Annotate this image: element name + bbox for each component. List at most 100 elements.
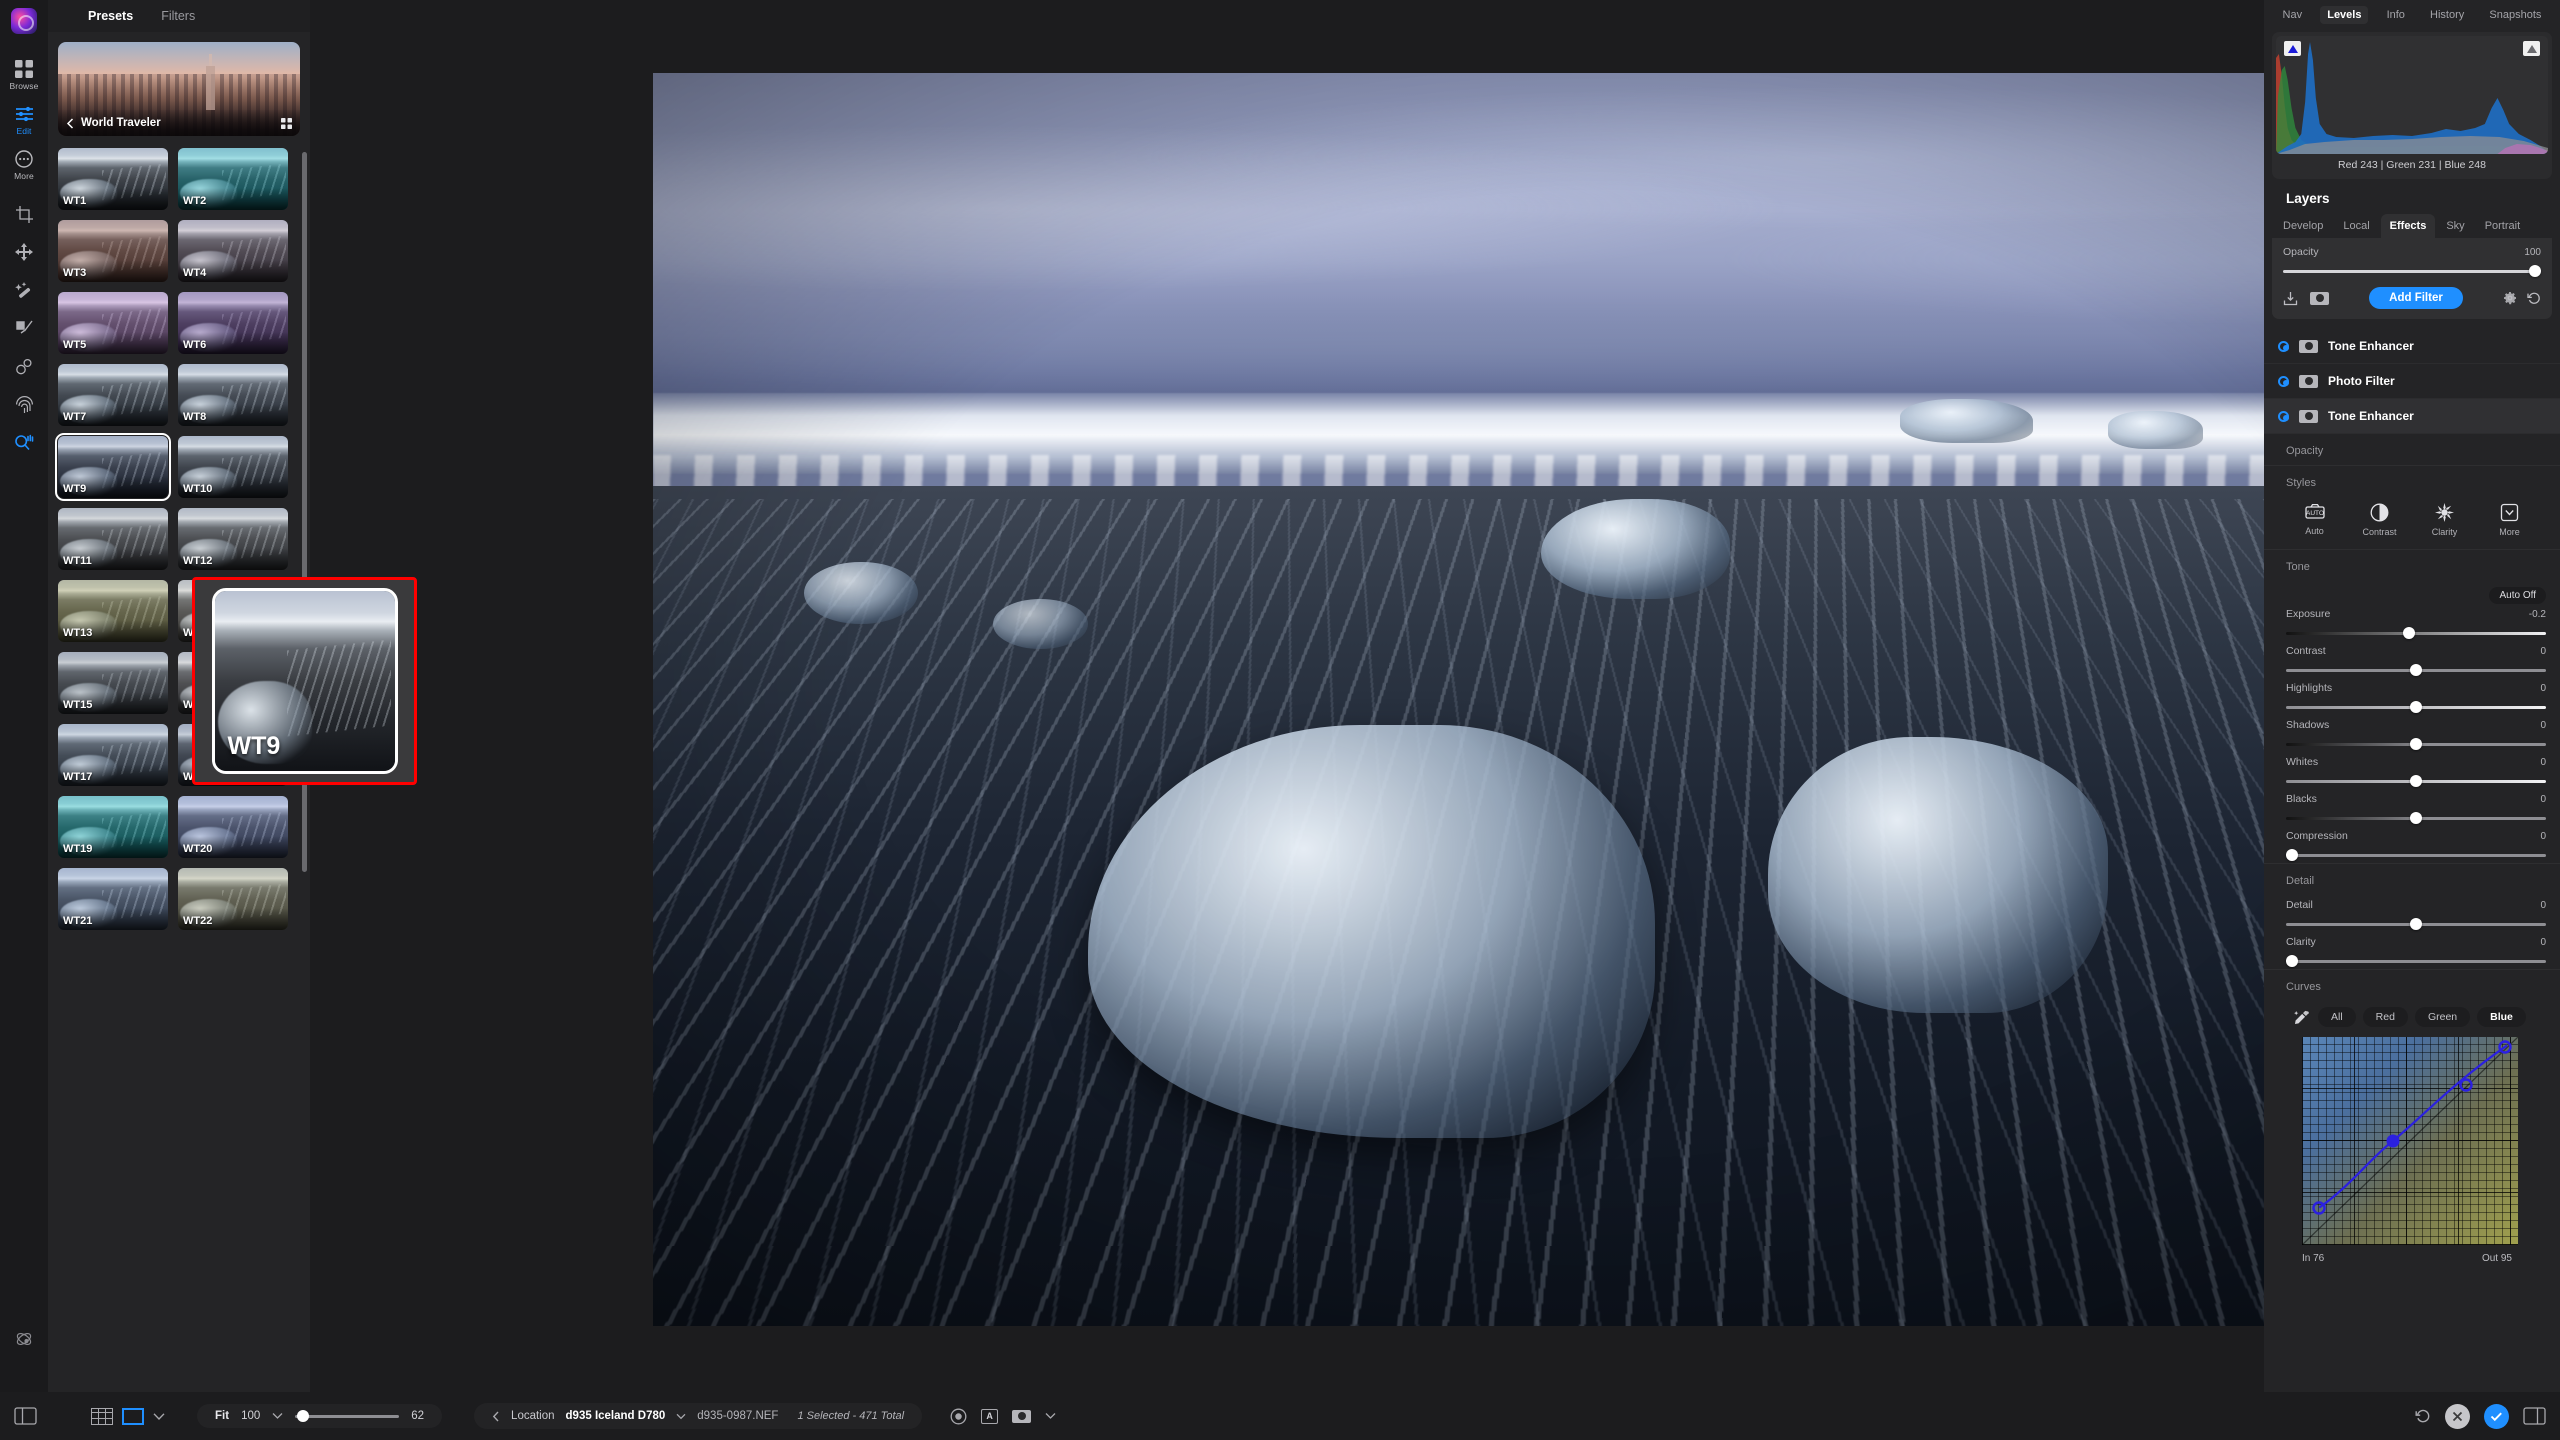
preset-thumbnail-wt22[interactable]: WT22 <box>178 868 288 930</box>
preset-thumbnail-wt9[interactable]: WT9 <box>55 433 171 501</box>
rail-item-more[interactable]: More <box>0 150 48 181</box>
preset-thumbnail-wt21[interactable]: WT21 <box>58 868 168 930</box>
slider-knob[interactable] <box>2410 775 2422 787</box>
tone-whites-slider[interactable] <box>2286 775 2546 787</box>
preset-preview-thumbnail[interactable]: WT9 <box>211 588 398 774</box>
filter-enable-radio[interactable] <box>2278 410 2289 422</box>
preset-thumbnail-wt5[interactable]: WT5 <box>58 292 168 354</box>
preset-thumbnail-wt12[interactable]: WT12 <box>178 508 288 570</box>
tool-dust-spots[interactable] <box>0 347 48 385</box>
preset-thumbnail-wt11[interactable]: WT11 <box>58 508 168 570</box>
style-button-more[interactable]: More <box>2483 503 2537 537</box>
app-logo-icon[interactable] <box>11 8 37 34</box>
tone-highlights-slider[interactable] <box>2286 701 2546 713</box>
zoom-slider[interactable] <box>295 1410 400 1422</box>
white-point-triangle-icon[interactable] <box>2523 41 2540 56</box>
add-filter-button[interactable]: Add Filter <box>2369 287 2463 309</box>
tool-brush[interactable] <box>0 309 48 347</box>
style-button-auto[interactable]: AUTO Auto <box>2288 503 2342 537</box>
tone-shadows-slider[interactable] <box>2286 738 2546 750</box>
tab-develop[interactable]: Develop <box>2274 214 2332 238</box>
slider-knob[interactable] <box>2410 701 2422 713</box>
slider-knob[interactable] <box>2529 265 2541 277</box>
tab-snapshots[interactable]: Snapshots <box>2482 6 2548 24</box>
confirm-button[interactable] <box>2484 1403 2509 1429</box>
style-button-clarity[interactable]: Clarity <box>2418 503 2472 537</box>
preset-thumbnail-wt20[interactable]: WT20 <box>178 796 288 858</box>
single-view-icon[interactable] <box>122 1407 144 1425</box>
tab-portrait[interactable]: Portrait <box>2476 214 2529 238</box>
tone-compression-slider[interactable] <box>2286 849 2546 861</box>
rail-item-browse[interactable]: Browse <box>0 60 48 91</box>
curve-editor[interactable] <box>2302 1037 2518 1245</box>
grid-view-icon[interactable] <box>91 1407 113 1425</box>
mask-icon[interactable] <box>2299 374 2318 388</box>
tab-filters[interactable]: Filters <box>161 9 195 23</box>
mask-icon[interactable] <box>2299 409 2318 423</box>
chevron-left-icon[interactable] <box>66 117 75 129</box>
left-panel-toggle-icon[interactable] <box>14 1407 37 1425</box>
mask-icon[interactable] <box>1012 1409 1032 1423</box>
zoom-chevron-down-icon[interactable] <box>272 1412 283 1420</box>
slider-knob[interactable] <box>2410 664 2422 676</box>
grid-view-icon[interactable] <box>281 117 292 129</box>
right-panel-toggle-icon[interactable] <box>2523 1407 2546 1425</box>
tab-effects[interactable]: Effects <box>2380 214 2436 238</box>
tool-erase[interactable] <box>0 271 48 309</box>
preset-thumbnail-wt15[interactable]: WT15 <box>58 652 168 714</box>
tab-info[interactable]: Info <box>2380 6 2412 24</box>
detail-clarity-slider[interactable] <box>2286 955 2546 967</box>
tool-zoom-pan[interactable] <box>0 423 48 461</box>
view-chevron-down-icon[interactable] <box>153 1412 165 1421</box>
slider-knob[interactable] <box>2286 955 2298 967</box>
preset-thumbnail-wt1[interactable]: WT1 <box>58 148 168 210</box>
style-button-contrast[interactable]: Contrast <box>2353 503 2407 537</box>
preset-thumbnail-wt10[interactable]: WT10 <box>178 436 288 498</box>
compare-eye-icon[interactable] <box>950 1408 967 1425</box>
location-folder[interactable]: d935 Iceland D780 <box>566 1410 666 1422</box>
slider-knob[interactable] <box>2286 849 2298 861</box>
photo-preview[interactable] <box>653 73 2543 1326</box>
preset-thumbnail-wt19[interactable]: WT19 <box>58 796 168 858</box>
black-point-triangle-icon[interactable] <box>2284 41 2301 56</box>
tab-nav[interactable]: Nav <box>2276 6 2310 24</box>
filter-enable-radio[interactable] <box>2278 375 2289 387</box>
tab-levels[interactable]: Levels <box>2320 6 2369 24</box>
location-chevron-down-icon[interactable] <box>676 1413 686 1420</box>
tab-history[interactable]: History <box>2423 6 2471 24</box>
reset-icon[interactable] <box>2527 291 2541 305</box>
curve-points[interactable] <box>2302 1037 2518 1245</box>
extensions-button[interactable] <box>0 1330 48 1348</box>
rail-item-edit[interactable]: Edit <box>0 105 48 136</box>
preset-thumbnail-wt4[interactable]: WT4 <box>178 220 288 282</box>
detail-detail-slider[interactable] <box>2286 918 2546 930</box>
slider-knob[interactable] <box>2402 627 2415 639</box>
tool-move[interactable] <box>0 233 48 271</box>
zoom-fit-button[interactable]: Fit <box>215 1410 229 1422</box>
curve-channel-green[interactable]: Green <box>2414 1007 2471 1027</box>
slider-knob[interactable] <box>2410 918 2422 930</box>
auto-off-button[interactable]: Auto Off <box>2489 587 2546 604</box>
cancel-button[interactable] <box>2445 1403 2470 1429</box>
chevron-left-icon[interactable] <box>492 1411 500 1422</box>
mask-icon[interactable] <box>2299 339 2318 353</box>
preset-thumbnail-wt6[interactable]: WT6 <box>178 292 288 354</box>
slider-knob[interactable] <box>2410 812 2422 824</box>
filter-row-tone-enhancer-1[interactable]: Tone Enhancer <box>2264 329 2560 364</box>
tone-contrast-slider[interactable] <box>2286 664 2546 676</box>
tool-crop[interactable] <box>0 195 48 233</box>
reset-icon[interactable] <box>2415 1408 2431 1424</box>
tone-blacks-slider[interactable] <box>2286 812 2546 824</box>
slider-knob[interactable] <box>2410 738 2422 750</box>
curve-channel-all[interactable]: All <box>2318 1007 2356 1027</box>
eyedropper-magic-icon[interactable] <box>2294 1010 2309 1025</box>
filter-row-tone-enhancer-2[interactable]: Tone Enhancer <box>2264 399 2560 434</box>
preset-collection-card[interactable]: World Traveler <box>58 42 300 136</box>
preset-thumbnail-wt7[interactable]: WT7 <box>58 364 168 426</box>
tone-exposure-slider[interactable] <box>2286 627 2546 639</box>
gear-icon[interactable] <box>2503 291 2517 305</box>
import-layer-icon[interactable] <box>2283 291 2298 306</box>
tool-clone[interactable] <box>0 385 48 423</box>
mask-icon[interactable] <box>2310 291 2329 305</box>
tab-sky[interactable]: Sky <box>2437 214 2473 238</box>
